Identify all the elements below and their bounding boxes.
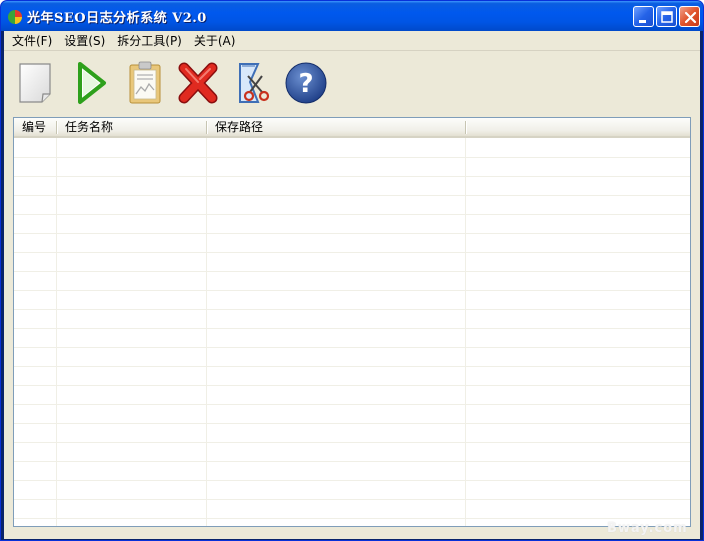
- help-icon: ?: [285, 62, 327, 104]
- grid-row-line: [14, 480, 690, 481]
- grid-row-line: [14, 461, 690, 462]
- column-header-id[interactable]: 编号: [14, 118, 56, 137]
- grid-row-line: [14, 176, 690, 177]
- grid-row-line: [14, 271, 690, 272]
- grid-row-line: [14, 385, 690, 386]
- close-button[interactable]: [679, 6, 700, 27]
- grid-row-line: [14, 157, 690, 158]
- split-button[interactable]: [228, 58, 276, 108]
- clipboard-report-icon: [129, 61, 161, 104]
- minimize-icon: [639, 20, 646, 23]
- svg-text:?: ?: [298, 69, 313, 99]
- grid-row-line: [14, 499, 690, 500]
- grid-row-line: [14, 309, 690, 310]
- title-bar[interactable]: 光年SEO日志分析系统 V2.0: [1, 1, 703, 31]
- grid-column-line: [206, 138, 207, 526]
- minimize-button[interactable]: [633, 6, 654, 27]
- maximize-icon: [661, 11, 673, 23]
- menu-about[interactable]: 关于(A): [188, 32, 242, 50]
- column-header-save-path[interactable]: 保存路径: [207, 118, 465, 137]
- menu-bar: 文件(F) 设置(S) 拆分工具(P) 关于(A): [4, 31, 700, 51]
- list-header: 编号 任务名称 保存路径: [14, 118, 690, 138]
- delete-x-icon: [178, 62, 218, 104]
- close-icon: [684, 11, 697, 24]
- split-scissors-icon: [239, 63, 270, 103]
- column-header-extra[interactable]: [466, 118, 690, 137]
- grid-row-line: [14, 366, 690, 367]
- task-list[interactable]: 编号 任务名称 保存路径: [13, 117, 691, 527]
- grid-row-line: [14, 195, 690, 196]
- column-header-task-name[interactable]: 任务名称: [57, 118, 206, 137]
- grid-column-line: [56, 138, 57, 526]
- menu-settings[interactable]: 设置(S): [58, 32, 111, 50]
- grid-row-line: [14, 423, 690, 424]
- menu-split-tools[interactable]: 拆分工具(P): [111, 32, 188, 50]
- delete-button[interactable]: [174, 58, 222, 108]
- grid-row-line: [14, 233, 690, 234]
- grid-row-line: [14, 252, 690, 253]
- window-title: 光年SEO日志分析系统 V2.0: [27, 11, 207, 26]
- grid-row-line: [14, 290, 690, 291]
- new-document-icon: [19, 63, 51, 103]
- grid-row-line: [14, 442, 690, 443]
- toolbar: ?: [4, 52, 700, 116]
- maximize-button[interactable]: [656, 6, 677, 27]
- grid-row-line: [14, 328, 690, 329]
- report-button[interactable]: [120, 58, 168, 108]
- app-window: 光年SEO日志分析系统 V2.0 文件(F) 设置(S) 拆分工具(P) 关于(…: [0, 0, 704, 541]
- help-button[interactable]: ?: [282, 58, 330, 108]
- watermark: Bway.com: [607, 521, 688, 536]
- start-button[interactable]: [66, 58, 114, 108]
- menu-file[interactable]: 文件(F): [6, 32, 58, 50]
- play-icon: [78, 62, 106, 104]
- grid-column-line: [465, 138, 466, 526]
- app-pie-icon: [8, 10, 22, 24]
- grid-row-line: [14, 404, 690, 405]
- new-task-button[interactable]: [12, 58, 60, 108]
- grid-row-line: [14, 347, 690, 348]
- client-area: 文件(F) 设置(S) 拆分工具(P) 关于(A) ? 编号 任务名称 保存路径: [4, 31, 700, 539]
- list-body[interactable]: [14, 138, 690, 526]
- grid-row-line: [14, 214, 690, 215]
- grid-row-line: [14, 518, 690, 519]
